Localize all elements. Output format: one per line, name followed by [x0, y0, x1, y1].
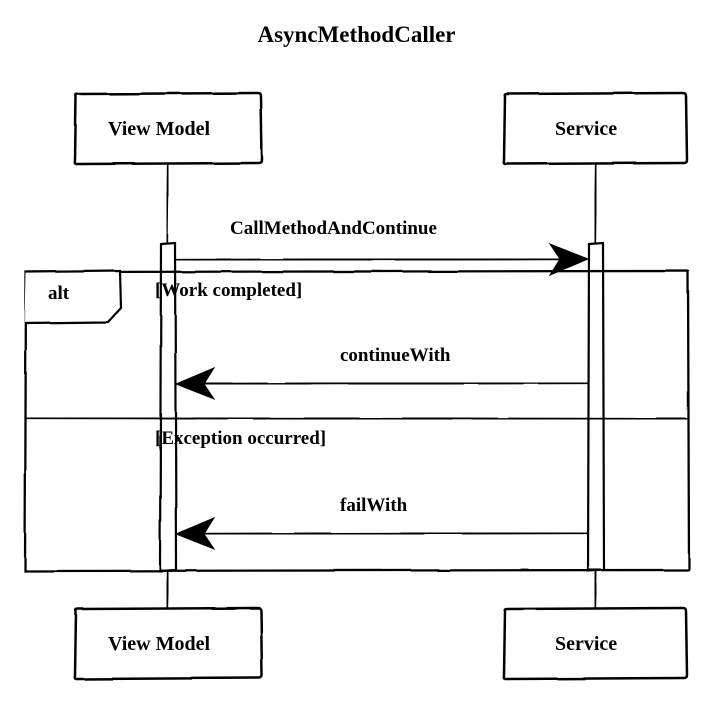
- label-failwith: failWith: [340, 495, 407, 517]
- label-continuewith: continueWith: [340, 345, 451, 367]
- label-alt: alt: [48, 283, 69, 305]
- lifeline-service-top: [595, 164, 596, 244]
- arrow-continuewith: [179, 383, 588, 384]
- label-guard2: [Exception occurred]: [155, 428, 326, 450]
- label-service-bottom: Service: [555, 633, 617, 656]
- arrow-failwith: [179, 533, 588, 534]
- lifeline-service-bottom: [595, 570, 596, 609]
- alt-label-compartment: [25, 271, 121, 323]
- alt-divider: [26, 418, 688, 419]
- lifeline-viewmodel-top: [167, 164, 168, 244]
- label-viewmodel-top: View Model: [108, 118, 210, 141]
- label-service-top: Service: [555, 118, 617, 141]
- lifeline-viewmodel-bottom: [167, 570, 168, 609]
- label-call: CallMethodAndContinue: [230, 218, 437, 240]
- label-guard1: [Work completed]: [155, 280, 302, 302]
- arrow-call: [176, 259, 585, 260]
- label-viewmodel-bottom: View Model: [108, 633, 210, 656]
- diagram-title: AsyncMethodCaller: [0, 22, 713, 48]
- activation-service: [588, 243, 604, 571]
